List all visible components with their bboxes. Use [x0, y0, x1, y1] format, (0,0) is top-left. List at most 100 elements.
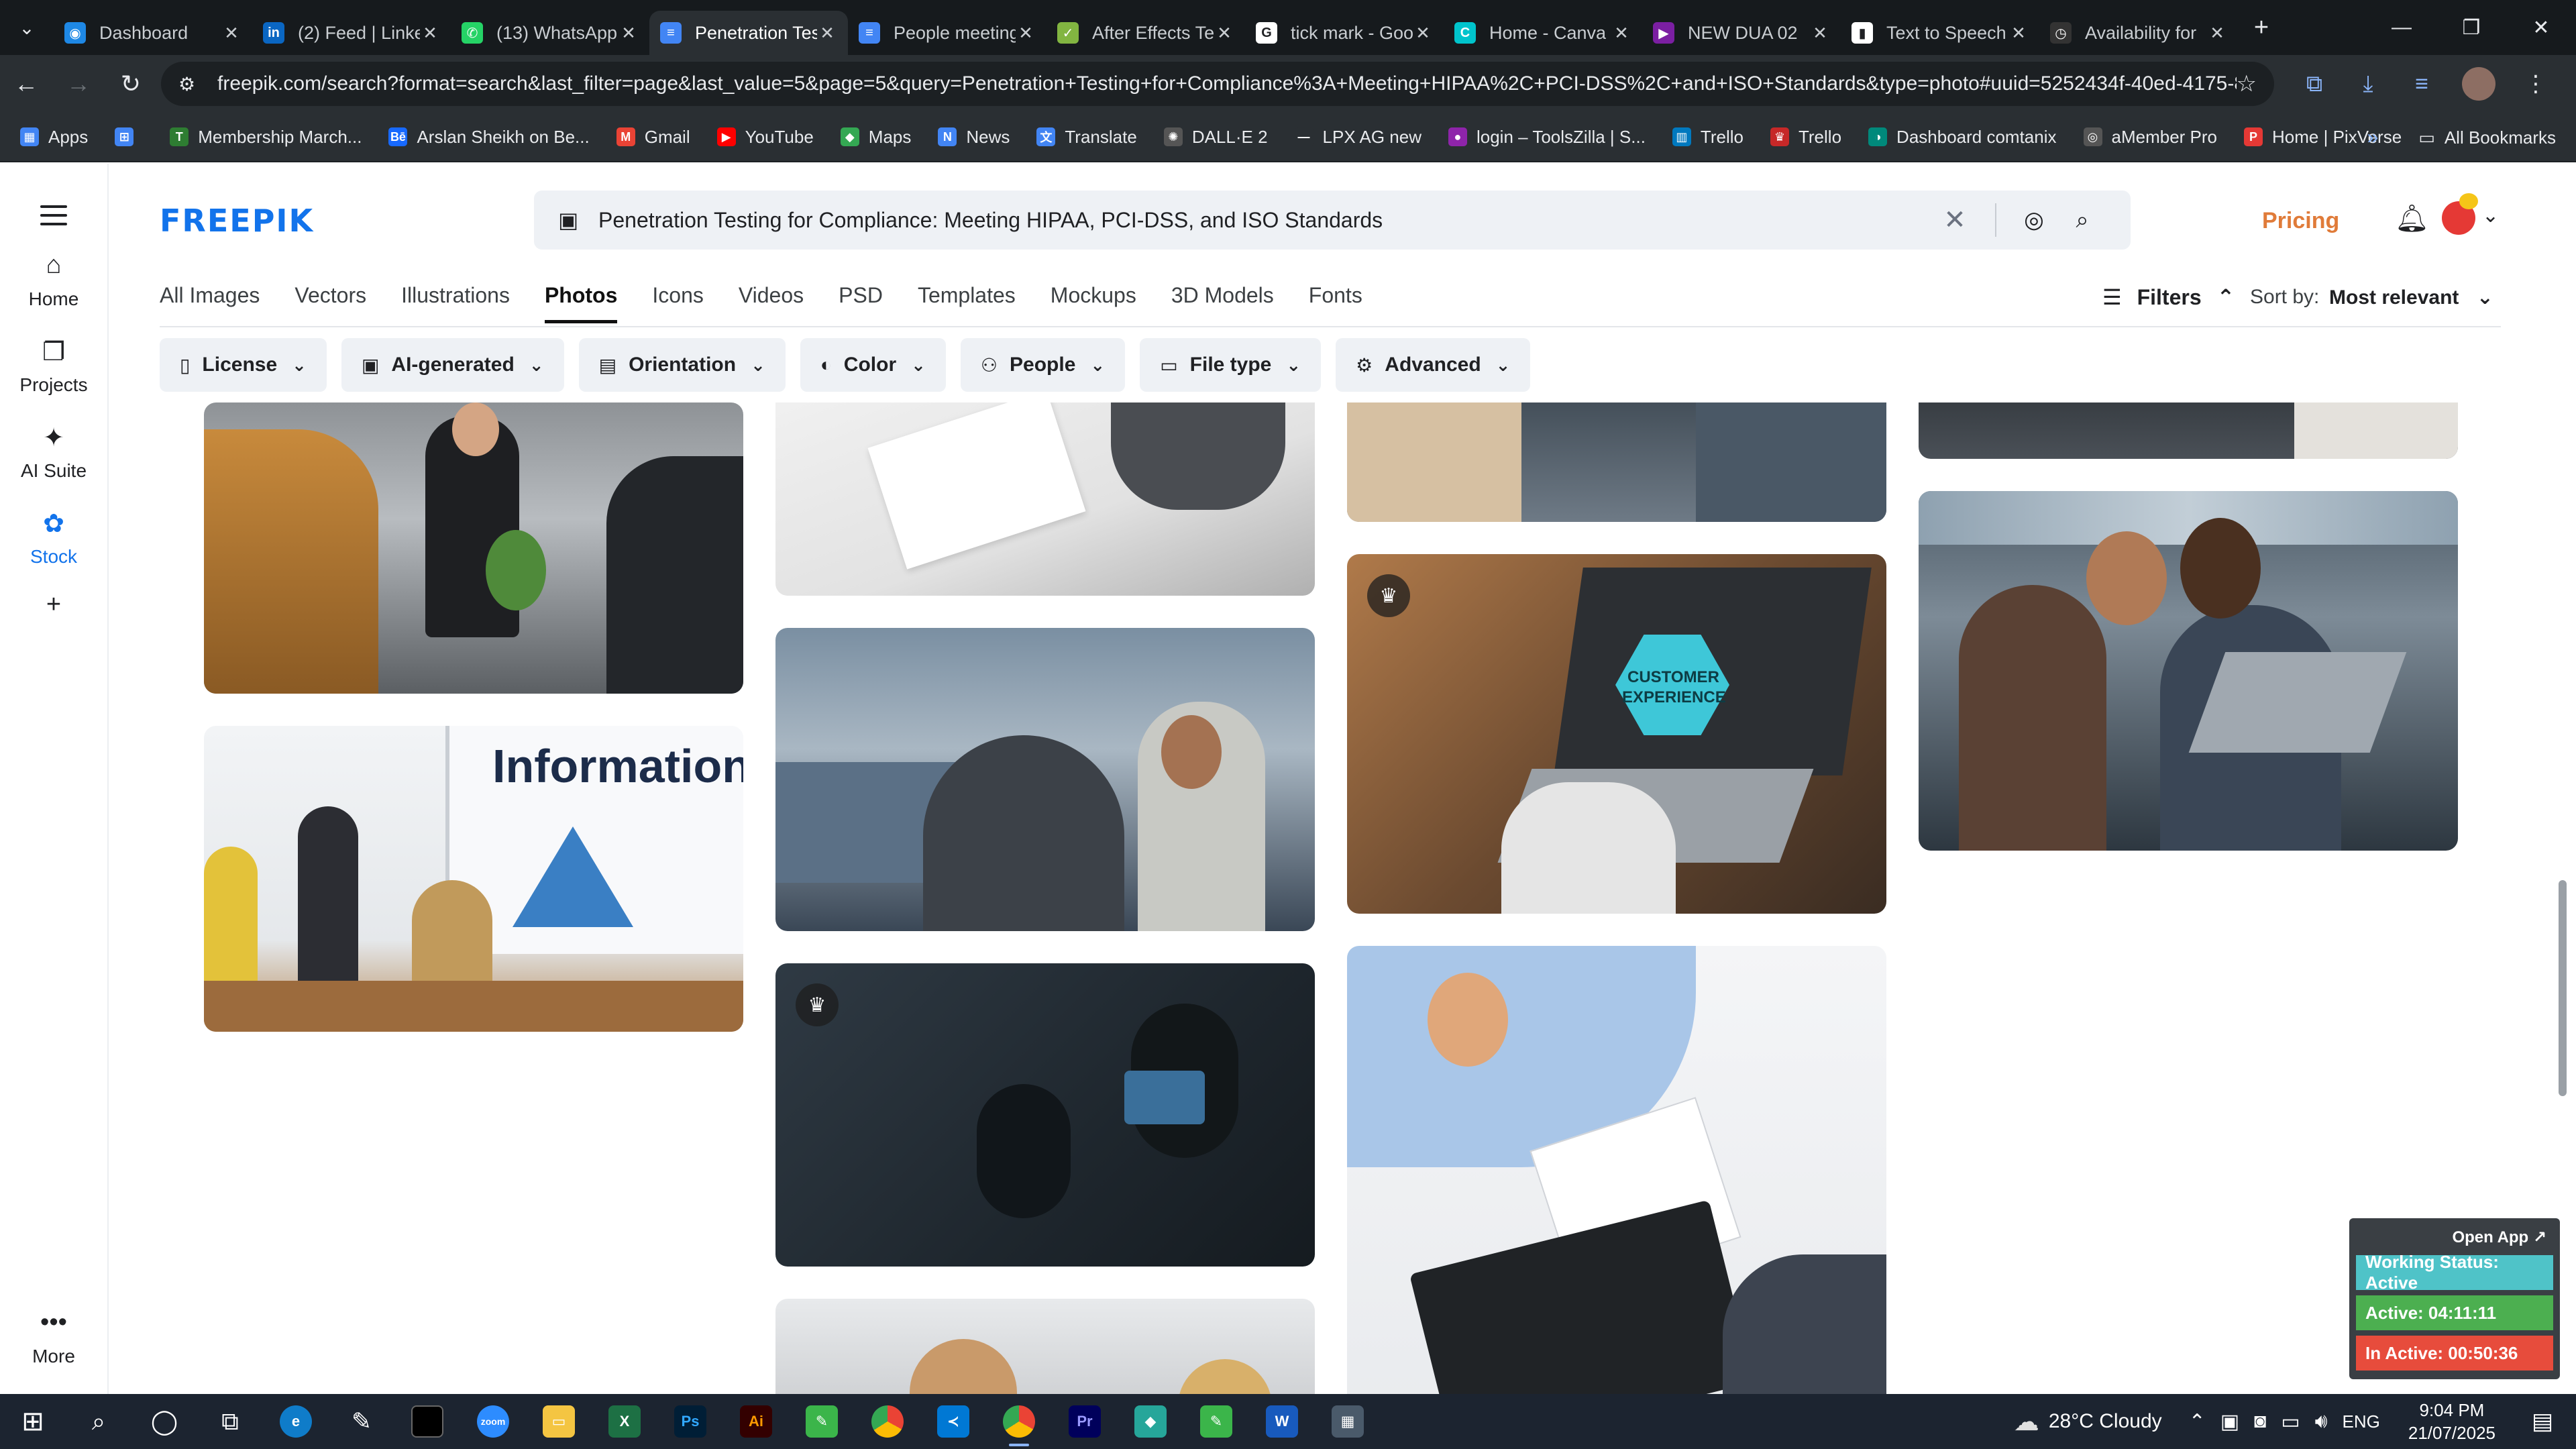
bookmark-item[interactable]: ▦ Apps: [20, 127, 88, 148]
bookmark-item[interactable]: ▶ YouTube: [716, 127, 814, 148]
illustrator-icon[interactable]: Ai: [723, 1394, 789, 1449]
notification-bell-icon[interactable]: 🔔︎: [2395, 203, 2429, 234]
bookmark-item[interactable]: ◑ Dashboard comtanix: [1868, 127, 2057, 148]
tab-photos[interactable]: Photos: [544, 283, 618, 323]
reload-icon[interactable]: ↻: [105, 55, 157, 113]
pen-tool-green-2-icon[interactable]: ✎: [1183, 1394, 1249, 1449]
back-icon[interactable]: ←: [0, 55, 52, 113]
tab-vectors[interactable]: Vectors: [294, 283, 366, 323]
extensions-icon[interactable]: ⧉: [2288, 71, 2341, 97]
bookmark-star-icon[interactable]: ☆: [2237, 70, 2257, 97]
browser-tab[interactable]: ◉ Dashboard ✕: [54, 11, 252, 55]
tab-icons[interactable]: Icons: [652, 283, 703, 323]
download-icon[interactable]: ⤓: [2341, 71, 2395, 97]
more-bookmarks-icon[interactable]: »: [2367, 126, 2379, 149]
photo-customer-experience[interactable]: ♛ CUSTOMER EXPERIENCE: [1347, 554, 1886, 914]
tab-psd[interactable]: PSD: [839, 283, 883, 323]
image-type-icon[interactable]: ▣: [558, 207, 598, 233]
tab-close-icon[interactable]: ✕: [619, 23, 639, 44]
url-text[interactable]: freepik.com/search?format=search&last_fi…: [217, 72, 2237, 95]
photo-control-room[interactable]: [775, 628, 1315, 931]
browser-tab[interactable]: C Home - Canva ✕: [1444, 11, 1642, 55]
hamburger-menu-icon[interactable]: [40, 205, 67, 231]
vscode-icon[interactable]: ≺: [920, 1394, 986, 1449]
filter-people[interactable]: ⚇ People ⌄: [960, 338, 1126, 392]
tab-close-icon[interactable]: ✕: [2207, 23, 2227, 44]
photo-business-documents-laptop[interactable]: [1347, 946, 1886, 1394]
tab-close-icon[interactable]: ✕: [1611, 23, 1631, 44]
sidebar-item-home[interactable]: ⌂ Home: [0, 251, 107, 310]
browser-tab[interactable]: ≡ Penetration Testing✕: [649, 11, 848, 55]
premiere-icon[interactable]: Pr: [1052, 1394, 1118, 1449]
chrome-icon[interactable]: [855, 1394, 920, 1449]
notification-center-icon[interactable]: ▤: [2522, 1408, 2563, 1435]
camera-icon[interactable]: ◙: [2254, 1410, 2266, 1433]
bookmark-item[interactable]: — LPX AG new: [1294, 127, 1421, 148]
address-bar[interactable]: ⚙ freepik.com/search?format=search&last_…: [161, 62, 2274, 106]
minimize-icon[interactable]: —: [2367, 0, 2436, 55]
bookmark-item[interactable]: ✺ DALL·E 2: [1163, 127, 1268, 148]
weather-widget[interactable]: ☁ 28°C Cloudy: [2014, 1407, 2162, 1437]
browser-tab[interactable]: ≡ People meeting ✕: [848, 11, 1046, 55]
chrome-active-icon[interactable]: [986, 1394, 1052, 1449]
bookmark-item[interactable]: ◆ Maps: [840, 127, 911, 148]
photo-team-meeting-bottom[interactable]: [775, 1299, 1315, 1394]
calculator-icon[interactable]: ▦: [1315, 1394, 1381, 1449]
tab-mockups[interactable]: Mockups: [1051, 283, 1136, 323]
sort-select[interactable]: Most relevant ⌄: [2329, 286, 2493, 309]
sidebar-item-projects[interactable]: ❐ Projects: [0, 337, 107, 396]
browser-tab[interactable]: in (2) Feed | LinkedIn✕: [252, 11, 451, 55]
clear-search-icon[interactable]: ✕: [1928, 205, 1982, 235]
bookmark-item[interactable]: M Gmail: [616, 127, 690, 148]
cortana-icon[interactable]: ◯: [131, 1394, 197, 1449]
bookmark-item[interactable]: ◎ aMember Pro: [2083, 127, 2217, 148]
filters-toggle[interactable]: ☰ Filters ⌃: [2102, 284, 2235, 310]
filter-file-type[interactable]: ▭ File type ⌄: [1140, 338, 1322, 392]
tab-all-images[interactable]: All Images: [160, 283, 260, 323]
zoom-icon[interactable]: zoom: [460, 1394, 526, 1449]
bookmark-item[interactable]: Bē Arslan Sheikh on Be...: [388, 127, 590, 148]
tab-close-icon[interactable]: ✕: [221, 23, 241, 44]
tab-3d-models[interactable]: 3D Models: [1171, 283, 1274, 323]
file-explorer-icon[interactable]: ▭: [526, 1394, 592, 1449]
camera-search-icon[interactable]: ◎: [2010, 207, 2058, 233]
tab-close-icon[interactable]: ✕: [1413, 23, 1433, 44]
user-menu-chevron-icon[interactable]: ⌄: [2482, 204, 2499, 227]
network-icon[interactable]: ▭: [2281, 1410, 2300, 1434]
bookmark-item[interactable]: N News: [938, 127, 1010, 148]
tab-close-icon[interactable]: ✕: [1214, 23, 1234, 44]
browser-tab[interactable]: ▮ Text to Speech ✕: [1841, 11, 2039, 55]
tab-close-icon[interactable]: ✕: [2008, 23, 2029, 44]
windows-start-icon[interactable]: ⊞: [0, 1394, 66, 1449]
media-control-icon[interactable]: ≡: [2395, 71, 2449, 97]
pen-icon[interactable]: ✎: [329, 1394, 394, 1449]
tab-search-icon[interactable]: ⌄: [0, 0, 54, 55]
tab-close-icon[interactable]: ✕: [1016, 23, 1036, 44]
tab-illustrations[interactable]: Illustrations: [401, 283, 510, 323]
browser-tab[interactable]: ◷ Availability for ✕: [2039, 11, 2238, 55]
pen-tool-green-icon[interactable]: ✎: [789, 1394, 855, 1449]
close-window-icon[interactable]: ✕: [2506, 0, 2576, 55]
bookmark-item[interactable]: ▥ Trello: [1672, 127, 1743, 148]
search-icon[interactable]: ⌕: [2058, 207, 2106, 233]
meet-now-icon[interactable]: ▣: [2220, 1410, 2239, 1434]
page-scrollbar[interactable]: [2559, 880, 2567, 1096]
photo-handshake-top-view[interactable]: ♛: [775, 963, 1315, 1267]
bookmark-item[interactable]: ⊞: [115, 127, 143, 146]
filter-orientation[interactable]: ▤ Orientation ⌄: [578, 338, 786, 392]
excel-icon[interactable]: X: [592, 1394, 657, 1449]
freepik-logo[interactable]: FREEPIK: [160, 203, 314, 239]
search-bar[interactable]: ▣ Penetration Testing for Compliance: Me…: [534, 191, 2131, 250]
photo-office-top-right[interactable]: [1919, 402, 2458, 459]
tab-templates[interactable]: Templates: [918, 283, 1016, 323]
edge-icon[interactable]: e: [263, 1394, 329, 1449]
tab-videos[interactable]: Videos: [739, 283, 804, 323]
site-info-icon[interactable]: ⚙: [178, 73, 205, 95]
photo-tablet-server-room[interactable]: [1347, 402, 1886, 522]
pricing-link[interactable]: Pricing: [2262, 208, 2339, 234]
browser-tab[interactable]: ▶ NEW DUA 02 ✕: [1642, 11, 1841, 55]
photoshop-icon[interactable]: Ps: [657, 1394, 723, 1449]
chevron-up-icon[interactable]: ⌃: [2189, 1410, 2206, 1434]
bookmark-item[interactable]: ♛ Trello: [1770, 127, 1841, 148]
search-input[interactable]: Penetration Testing for Compliance: Meet…: [598, 208, 1928, 233]
